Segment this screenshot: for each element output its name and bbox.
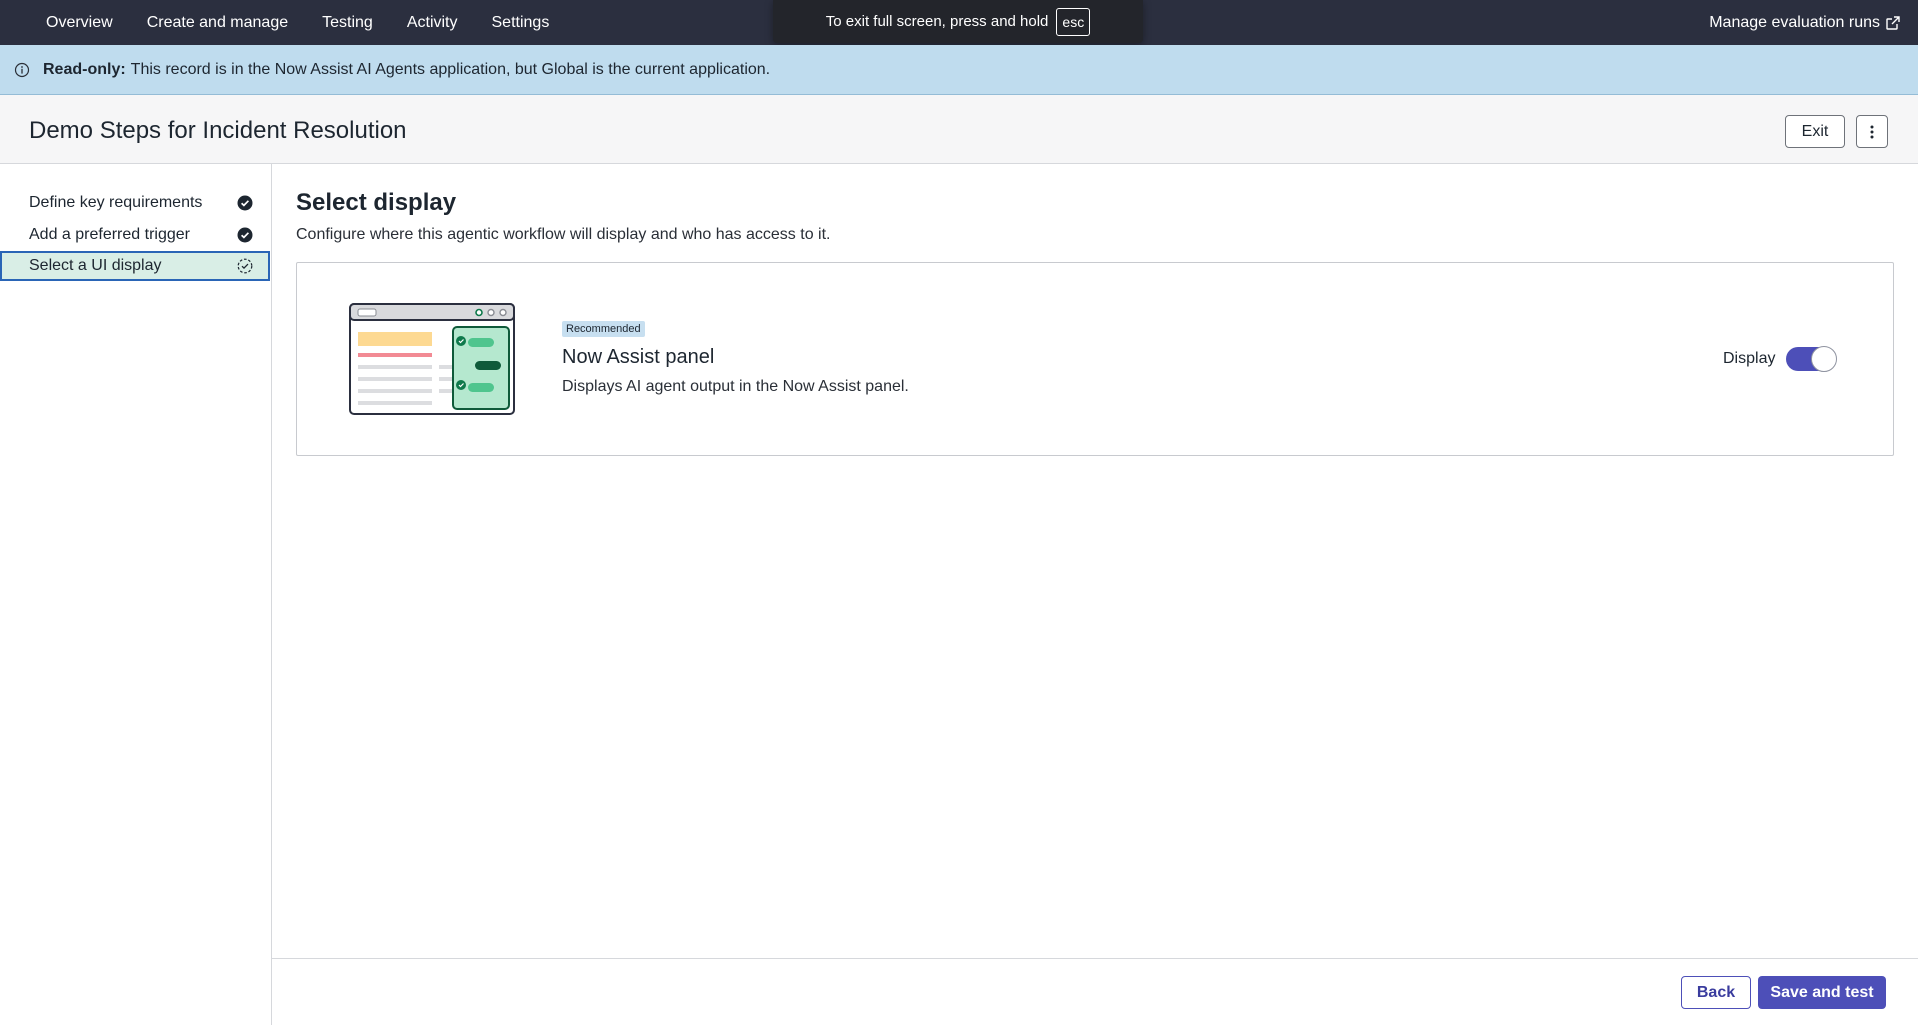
- wizard-footer: Back Save and test: [272, 958, 1918, 1025]
- check-circle-icon: [236, 226, 254, 244]
- esc-key-hint: esc: [1056, 7, 1091, 36]
- display-option-description: Displays AI agent output in the Now Assi…: [562, 378, 909, 395]
- steps-sidebar: Define key requirements Add a preferred …: [0, 164, 272, 1025]
- tab-settings[interactable]: Settings: [492, 0, 550, 45]
- step-label: Define key requirements: [29, 194, 203, 211]
- tab-testing[interactable]: Testing: [322, 0, 373, 45]
- display-toggle-label: Display: [1723, 350, 1776, 367]
- nav-tabs: Overview Create and manage Testing Activ…: [0, 0, 583, 45]
- display-toggle[interactable]: [1786, 346, 1837, 372]
- manage-evaluation-runs-label: Manage evaluation runs: [1709, 13, 1880, 31]
- read-only-banner: Read-only: This record is in the Now Ass…: [0, 45, 1918, 95]
- fullscreen-toast-message: To exit full screen, press and hold: [825, 13, 1049, 30]
- section-title: Select display: [296, 189, 457, 216]
- check-circle-icon: [236, 194, 254, 212]
- manage-evaluation-runs-link[interactable]: Manage evaluation runs: [1709, 0, 1900, 45]
- info-icon: [14, 62, 30, 78]
- in-progress-icon: [236, 257, 254, 275]
- external-link-icon: [1886, 15, 1900, 30]
- save-and-test-button[interactable]: Save and test: [1758, 976, 1886, 1009]
- page-title: Demo Steps for Incident Resolution: [29, 117, 407, 144]
- toggle-knob: [1811, 346, 1837, 372]
- step-define-key-requirements[interactable]: Define key requirements: [0, 188, 270, 218]
- read-only-label: Read-only:: [43, 60, 126, 78]
- fullscreen-exit-toast: To exit full screen, press and hold esc: [773, 0, 1143, 43]
- tab-activity[interactable]: Activity: [407, 0, 458, 45]
- more-vertical-icon: [1870, 125, 1874, 138]
- more-options-button[interactable]: [1856, 115, 1888, 148]
- back-button[interactable]: Back: [1681, 976, 1751, 1009]
- step-label: Add a preferred trigger: [29, 226, 190, 243]
- tab-overview[interactable]: Overview: [46, 0, 113, 45]
- tab-create-and-manage[interactable]: Create and manage: [147, 0, 288, 45]
- recommended-badge: Recommended: [562, 321, 645, 337]
- display-option-card: Recommended Now Assist panel Displays AI…: [296, 262, 1894, 456]
- step-label: Select a UI display: [29, 257, 162, 274]
- record-header: Demo Steps for Incident Resolution Exit: [0, 95, 1918, 164]
- now-assist-panel-illustration: [349, 303, 515, 415]
- section-description: Configure where this agentic workflow wi…: [296, 226, 831, 243]
- read-only-message: This record is in the Now Assist AI Agen…: [130, 60, 771, 78]
- exit-button[interactable]: Exit: [1785, 115, 1845, 148]
- step-add-preferred-trigger[interactable]: Add a preferred trigger: [0, 220, 270, 250]
- display-option-name: Now Assist panel: [562, 346, 715, 368]
- step-select-ui-display[interactable]: Select a UI display: [0, 251, 270, 281]
